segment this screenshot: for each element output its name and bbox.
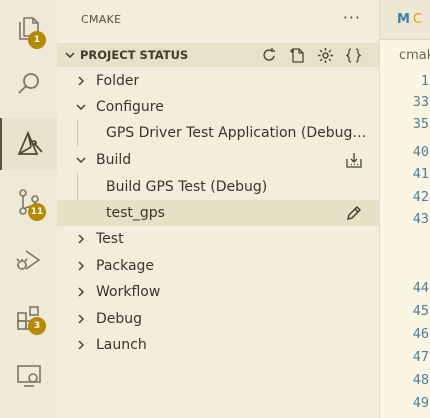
tree-item-label: GPS Driver Test Application (Debug)... — [106, 125, 368, 141]
line-number: 43 — [412, 211, 429, 227]
tree-item-workflow[interactable]: Workflow — [57, 279, 379, 305]
section-title: PROJECT STATUS — [80, 48, 189, 62]
cmake-side-bar: CMAKE ··· PROJECT STATUS Folder Configur… — [57, 0, 379, 418]
side-bar-title: CMAKE — [81, 13, 122, 26]
tree-item-label: Workflow — [96, 284, 161, 300]
tree-item-label: test_gps — [106, 205, 165, 221]
activity-bar: 1 11 3 — [0, 0, 57, 418]
chevron-right-icon — [78, 340, 84, 350]
tree-item-label: Folder — [96, 73, 140, 89]
breadcrumb[interactable]: cmak — [399, 48, 430, 63]
settings-button[interactable] — [315, 46, 335, 64]
chevron-right-icon — [78, 287, 84, 297]
line-number: 45 — [412, 303, 429, 319]
line-number: 47 — [412, 349, 429, 365]
tree-item-configure-preset[interactable]: GPS Driver Test Application (Debug)... — [57, 120, 379, 146]
tree-item-label: Build GPS Test (Debug) — [106, 179, 268, 195]
run-debug-button[interactable] — [0, 234, 57, 286]
tree-item-launch[interactable]: Launch — [57, 332, 379, 358]
tree-item-test[interactable]: Test — [57, 226, 379, 252]
search-icon — [17, 73, 39, 94]
tree-item-label: Configure — [96, 99, 164, 115]
tree-item-label: Build — [96, 152, 132, 168]
tree-item-label: Test — [96, 231, 124, 247]
source-control-badge: 11 — [28, 203, 46, 221]
line-number: 48 — [412, 372, 429, 388]
refresh-icon — [262, 47, 275, 61]
chevron-right-icon — [78, 234, 84, 244]
more-actions-button[interactable]: ··· — [343, 8, 361, 27]
tree-item-package[interactable]: Package — [57, 253, 379, 279]
tree-item-build-preset[interactable]: Build GPS Test (Debug) — [57, 174, 379, 200]
chevron-right-icon — [78, 261, 84, 271]
tree-item-label: Debug — [96, 311, 143, 327]
tab-label: C — [413, 12, 423, 27]
chevron-down-icon — [65, 52, 75, 59]
tree-item-label: Launch — [96, 337, 147, 353]
tree-item-folder[interactable]: Folder — [57, 68, 379, 94]
explorer-button[interactable]: 1 — [0, 2, 57, 54]
tree-item-debug[interactable]: Debug — [57, 306, 379, 332]
pencil-icon[interactable] — [345, 204, 363, 222]
editor-area: M C cmak 1 33 35 40 41 42 43 44 45 46 47… — [379, 0, 430, 418]
line-number: 41 — [412, 166, 429, 182]
markdown-file-icon: M — [397, 12, 410, 27]
extensions-badge: 3 — [28, 317, 46, 335]
line-number: 42 — [412, 189, 429, 205]
json-button[interactable] — [343, 46, 363, 64]
line-number: 1 — [420, 73, 429, 89]
tree-item-build-target[interactable]: test_gps — [57, 200, 379, 226]
chevron-right-icon — [78, 76, 84, 86]
line-number: 35 — [412, 116, 429, 132]
refresh-button[interactable] — [259, 46, 279, 64]
project-status-header[interactable]: PROJECT STATUS — [57, 43, 379, 67]
chevron-down-icon — [76, 104, 86, 110]
source-control-button[interactable]: 11 — [0, 176, 57, 228]
cmake-icon — [17, 130, 43, 155]
extensions-button[interactable]: 3 — [0, 292, 57, 344]
search-button[interactable] — [0, 58, 57, 110]
remote-explorer-button[interactable] — [0, 350, 57, 402]
line-number: 40 — [412, 144, 429, 160]
new-file-button[interactable] — [287, 46, 307, 64]
tree-item-build[interactable]: Build — [57, 147, 379, 173]
gear-icon — [317, 47, 333, 63]
chevron-right-icon — [78, 314, 84, 324]
tree-item-configure[interactable]: Configure — [57, 94, 379, 120]
tree-item-label: Package — [96, 258, 155, 274]
braces-icon — [345, 47, 361, 63]
editor-tab[interactable]: M C — [380, 0, 430, 40]
explorer-badge: 1 — [28, 31, 46, 49]
new-file-icon — [289, 47, 304, 63]
cmake-button[interactable] — [0, 118, 57, 170]
build-icon[interactable] — [345, 151, 363, 169]
chevron-down-icon — [76, 157, 86, 163]
line-number: 33 — [412, 94, 429, 110]
run-debug-icon — [15, 250, 40, 270]
line-number: 44 — [412, 280, 429, 296]
remote-explorer-icon — [16, 365, 41, 387]
line-number: 49 — [412, 395, 429, 411]
line-number: 46 — [412, 326, 429, 342]
